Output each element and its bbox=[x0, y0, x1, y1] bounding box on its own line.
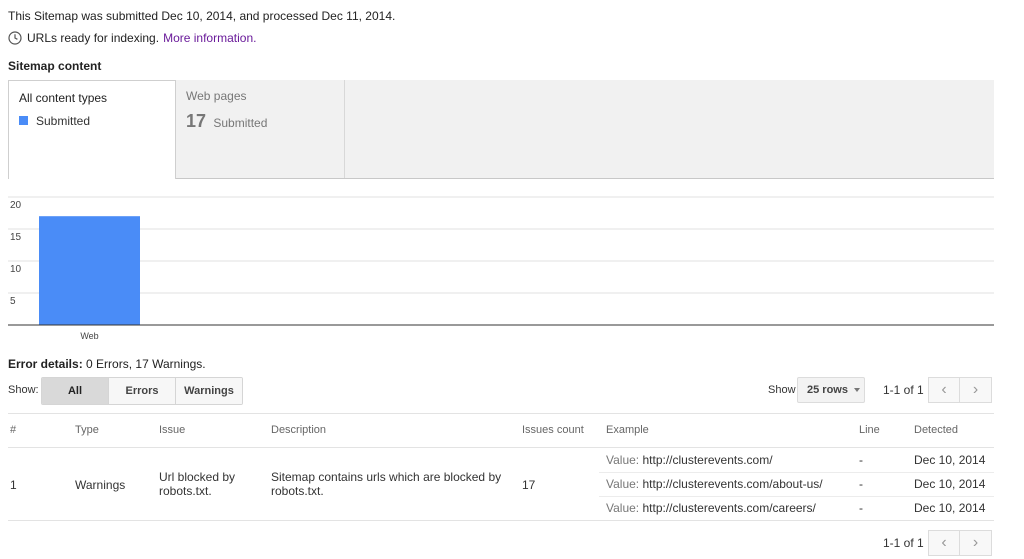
chevron-right-icon: › bbox=[972, 381, 979, 398]
filter-segmented-control: All Errors Warnings bbox=[41, 377, 243, 405]
col-detected: Detected bbox=[914, 424, 959, 436]
tab-all-content-types[interactable]: All content types Submitted bbox=[8, 80, 176, 179]
table-top-rule bbox=[8, 413, 994, 414]
example-url[interactable]: http://clusterevents.com/careers/ bbox=[642, 501, 815, 515]
next-page-button-bottom[interactable]: › bbox=[960, 530, 992, 556]
chart-bar bbox=[39, 216, 140, 325]
web-pages-count-label: Submitted bbox=[213, 116, 268, 130]
next-page-button[interactable]: › bbox=[960, 377, 992, 403]
row-description: Sitemap contains urls which are blocked … bbox=[271, 470, 501, 498]
more-information-link[interactable]: More information. bbox=[163, 31, 256, 45]
dropdown-arrow-icon bbox=[853, 388, 860, 392]
chevron-left-icon: ‹ bbox=[941, 381, 947, 398]
submitted-text: This Sitemap was submitted Dec 10, 2014,… bbox=[8, 9, 396, 23]
show-filter-label: Show: bbox=[8, 384, 39, 396]
legend-swatch bbox=[19, 116, 28, 125]
chevron-left-icon: ‹ bbox=[941, 534, 947, 551]
table-header-rule bbox=[8, 447, 994, 448]
tab-web-pages[interactable]: Web pages 17 Submitted bbox=[176, 80, 345, 178]
row-num: 1 bbox=[10, 478, 17, 492]
col-description: Description bbox=[271, 424, 327, 436]
tab-all-content-types-label: All content types bbox=[19, 91, 108, 105]
error-details-summary: 0 Errors, 17 Warnings. bbox=[86, 357, 206, 371]
example-line: - bbox=[859, 477, 863, 491]
example-url[interactable]: http://clusterevents.com/ bbox=[642, 453, 772, 467]
filter-warnings-button[interactable]: Warnings bbox=[176, 378, 242, 404]
row-description-line2: robots.txt. bbox=[271, 484, 324, 498]
example-value-label: Value: bbox=[606, 501, 640, 515]
rows-show-label: Show bbox=[768, 384, 796, 396]
prev-page-button-bottom[interactable]: ‹ bbox=[928, 530, 960, 556]
col-example: Example bbox=[606, 424, 649, 436]
example-value-label: Value: bbox=[606, 477, 640, 491]
status-text: URLs ready for indexing. bbox=[27, 31, 160, 45]
error-details-title: Error details: bbox=[8, 357, 83, 371]
chart-y-tick-label: 10 bbox=[10, 264, 22, 275]
row-type: Warnings bbox=[75, 478, 126, 492]
pagination-range-bottom: 1-1 of 1 bbox=[883, 536, 924, 550]
pagination-range-top: 1-1 of 1 bbox=[883, 383, 924, 397]
chart-y-tick-label: 20 bbox=[10, 200, 22, 211]
clock-icon bbox=[8, 31, 22, 45]
tab-web-pages-label: Web pages bbox=[186, 89, 247, 103]
content-type-tabs: All content types Submitted Web pages 17… bbox=[8, 80, 994, 179]
filter-all-button[interactable]: All bbox=[42, 378, 109, 404]
table-bottom-rule bbox=[8, 520, 994, 521]
chevron-right-icon: › bbox=[972, 534, 979, 551]
chart-svg: 5 10 15 20 Web bbox=[8, 196, 994, 341]
legend-submitted: Submitted bbox=[19, 114, 90, 128]
col-type: Type bbox=[75, 424, 99, 436]
example-divider bbox=[599, 496, 994, 497]
example-detected: Dec 10, 2014 bbox=[914, 453, 986, 467]
example-divider bbox=[599, 472, 994, 473]
rows-per-page-value: 25 rows bbox=[807, 384, 848, 396]
col-num: # bbox=[10, 424, 17, 436]
submitted-bar-chart: 5 10 15 20 Web bbox=[8, 194, 994, 344]
web-pages-count: 17 bbox=[186, 111, 207, 131]
chart-x-tick-label: Web bbox=[80, 331, 98, 341]
row-description-line1: Sitemap contains urls which are blocked … bbox=[271, 470, 502, 484]
col-issue: Issue bbox=[159, 424, 186, 436]
legend-submitted-label: Submitted bbox=[36, 114, 91, 128]
rows-per-page-select[interactable]: 25 rows bbox=[797, 377, 865, 403]
filter-errors-button[interactable]: Errors bbox=[109, 378, 176, 404]
row-issue-line2: robots.txt. bbox=[159, 484, 212, 498]
col-issues-count: Issues count bbox=[522, 424, 584, 436]
example-value-label: Value: bbox=[606, 453, 640, 467]
chart-y-tick-label: 5 bbox=[10, 296, 16, 307]
col-line: Line bbox=[859, 424, 880, 436]
status-row: URLs ready for indexing. More informatio… bbox=[8, 31, 256, 45]
example-detected: Dec 10, 2014 bbox=[914, 501, 986, 515]
chart-y-tick-label: 15 bbox=[10, 232, 22, 243]
example-url[interactable]: http://clusterevents.com/about-us/ bbox=[642, 477, 822, 491]
row-issues-count: 17 bbox=[522, 478, 536, 492]
example-line: - bbox=[859, 453, 863, 467]
example-line: - bbox=[859, 501, 863, 515]
example-detected: Dec 10, 2014 bbox=[914, 477, 986, 491]
row-issue-line1: Url blocked by bbox=[159, 470, 236, 484]
sitemap-content-title: Sitemap content bbox=[8, 59, 102, 73]
prev-page-button[interactable]: ‹ bbox=[928, 377, 960, 403]
row-issue: Url blocked by robots.txt. bbox=[159, 470, 235, 498]
error-details: Error details: 0 Errors, 17 Warnings. bbox=[8, 357, 206, 371]
